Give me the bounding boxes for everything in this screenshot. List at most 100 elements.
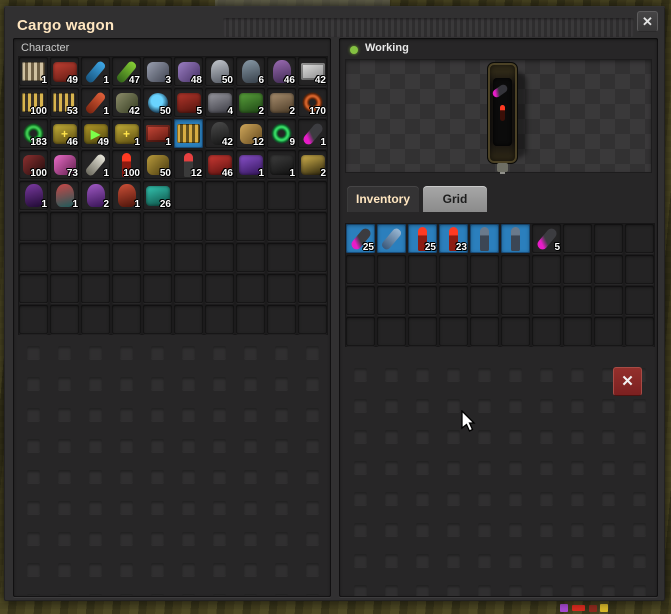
wagon-inventory-slot[interactable] (625, 286, 654, 315)
character-inventory-slot[interactable] (19, 212, 48, 241)
character-inventory-slot[interactable] (81, 243, 110, 272)
character-inventory-slot[interactable]: 1 (298, 119, 327, 148)
character-inventory-slot[interactable] (236, 274, 265, 303)
tab-inventory[interactable]: Inventory (347, 186, 419, 212)
wagon-inventory-slot[interactable] (625, 317, 654, 346)
wagon-inventory-slot[interactable] (377, 224, 406, 253)
character-inventory-slot[interactable] (19, 305, 48, 334)
wagon-inventory-slot[interactable]: 5 (532, 224, 561, 253)
character-inventory-slot[interactable] (112, 274, 141, 303)
character-inventory-slot[interactable]: 2 (236, 88, 265, 117)
character-inventory-slot[interactable]: 5 (174, 88, 203, 117)
character-inventory-slot[interactable]: 1 (143, 119, 172, 148)
character-inventory-slot[interactable] (50, 305, 79, 334)
character-inventory-slot[interactable]: 50 (143, 88, 172, 117)
wagon-inventory-slot[interactable] (377, 286, 406, 315)
character-inventory-slot[interactable] (236, 243, 265, 272)
character-inventory-slot[interactable] (143, 274, 172, 303)
wagon-inventory-slot[interactable]: 23 (439, 224, 468, 253)
character-inventory-slot[interactable]: 100 (19, 88, 48, 117)
character-inventory-slot[interactable] (174, 274, 203, 303)
wagon-inventory-slot[interactable] (346, 286, 375, 315)
character-inventory-slot[interactable]: ▶49 (81, 119, 110, 148)
character-inventory-slot[interactable] (174, 181, 203, 210)
character-inventory-slot[interactable]: +1 (112, 119, 141, 148)
character-inventory-slot[interactable]: 100 (112, 150, 141, 179)
character-inventory-slot[interactable]: 183 (19, 119, 48, 148)
wagon-inventory-slot[interactable] (470, 317, 499, 346)
character-inventory-slot[interactable] (236, 305, 265, 334)
character-inventory-slot[interactable] (174, 212, 203, 241)
wagon-inventory-slot[interactable] (439, 317, 468, 346)
character-inventory-slot[interactable]: 42 (112, 88, 141, 117)
character-inventory-slot[interactable] (267, 305, 296, 334)
wagon-inventory-slot[interactable] (439, 286, 468, 315)
wagon-inventory-slot[interactable] (594, 224, 623, 253)
character-inventory-slot[interactable]: 47 (112, 57, 141, 86)
red-x-button[interactable]: ✕ (613, 367, 642, 396)
character-inventory-slot[interactable] (81, 212, 110, 241)
entity-preview[interactable] (345, 59, 652, 173)
character-inventory-slot[interactable]: 42 (298, 57, 327, 86)
wagon-inventory-slot[interactable] (563, 255, 592, 284)
character-inventory-slot[interactable] (236, 181, 265, 210)
wagon-inventory-slot[interactable] (625, 224, 654, 253)
wagon-inventory-slot[interactable] (532, 255, 561, 284)
character-inventory-slot[interactable] (298, 274, 327, 303)
character-inventory-slot[interactable] (205, 305, 234, 334)
character-inventory-slot[interactable]: 3 (143, 57, 172, 86)
character-inventory-slot[interactable]: 42 (205, 119, 234, 148)
character-inventory-slot[interactable]: 12 (174, 150, 203, 179)
wagon-inventory-slot[interactable] (346, 317, 375, 346)
character-inventory-slot[interactable]: 50 (143, 150, 172, 179)
character-inventory-slot[interactable]: 1 (81, 88, 110, 117)
character-inventory-slot[interactable] (205, 274, 234, 303)
character-inventory-slot[interactable]: 1 (19, 57, 48, 86)
wagon-inventory-slot[interactable] (625, 255, 654, 284)
wagon-inventory-slot[interactable]: 25 (346, 224, 375, 253)
character-inventory-slot[interactable] (205, 243, 234, 272)
character-inventory-slot[interactable]: 1 (236, 150, 265, 179)
character-inventory-slot[interactable]: 2 (267, 88, 296, 117)
wagon-inventory-slot[interactable] (594, 286, 623, 315)
wagon-inventory-slot[interactable] (377, 317, 406, 346)
wagon-inventory-slot[interactable] (501, 224, 530, 253)
character-inventory-slot[interactable]: 46 (267, 57, 296, 86)
window-drag-area[interactable] (223, 18, 634, 37)
character-inventory-slot[interactable]: 49 (50, 57, 79, 86)
wagon-inventory-slot[interactable] (346, 255, 375, 284)
character-inventory-slot[interactable]: 2 (298, 150, 327, 179)
character-inventory-slot[interactable] (298, 243, 327, 272)
character-inventory-slot[interactable]: 1 (19, 181, 48, 210)
character-inventory-slot[interactable] (81, 274, 110, 303)
wagon-inventory-slot[interactable] (439, 255, 468, 284)
wagon-inventory-slot[interactable] (501, 286, 530, 315)
character-inventory-slot[interactable] (112, 305, 141, 334)
character-inventory-slot[interactable]: 6 (236, 57, 265, 86)
character-inventory-slot[interactable] (174, 305, 203, 334)
wagon-inventory-slot[interactable] (594, 255, 623, 284)
character-inventory-slot[interactable]: 50 (205, 57, 234, 86)
wagon-inventory-slot[interactable] (408, 255, 437, 284)
close-button[interactable]: ✕ (637, 11, 658, 32)
character-inventory-slot[interactable]: 1 (50, 181, 79, 210)
character-inventory-slot[interactable] (174, 243, 203, 272)
character-inventory-slot[interactable]: 170 (298, 88, 327, 117)
character-inventory-slot[interactable]: 48 (174, 57, 203, 86)
wagon-inventory-slot[interactable] (408, 317, 437, 346)
character-inventory-slot[interactable] (112, 243, 141, 272)
wagon-inventory-slot[interactable] (532, 286, 561, 315)
character-inventory-slot[interactable]: 1 (81, 57, 110, 86)
wagon-inventory-slot[interactable] (470, 255, 499, 284)
character-inventory-slot[interactable]: 1 (267, 150, 296, 179)
character-inventory-slot[interactable]: 53 (50, 88, 79, 117)
character-inventory-slot[interactable]: 46 (205, 150, 234, 179)
character-inventory-slot[interactable] (267, 181, 296, 210)
character-inventory-slot[interactable]: 26 (143, 181, 172, 210)
character-inventory-slot[interactable] (19, 274, 48, 303)
character-inventory-slot[interactable] (112, 212, 141, 241)
wagon-inventory-slot[interactable] (532, 317, 561, 346)
character-inventory-slot[interactable]: 1 (81, 150, 110, 179)
character-inventory-slot[interactable] (50, 243, 79, 272)
character-inventory-slot[interactable]: 4 (205, 88, 234, 117)
